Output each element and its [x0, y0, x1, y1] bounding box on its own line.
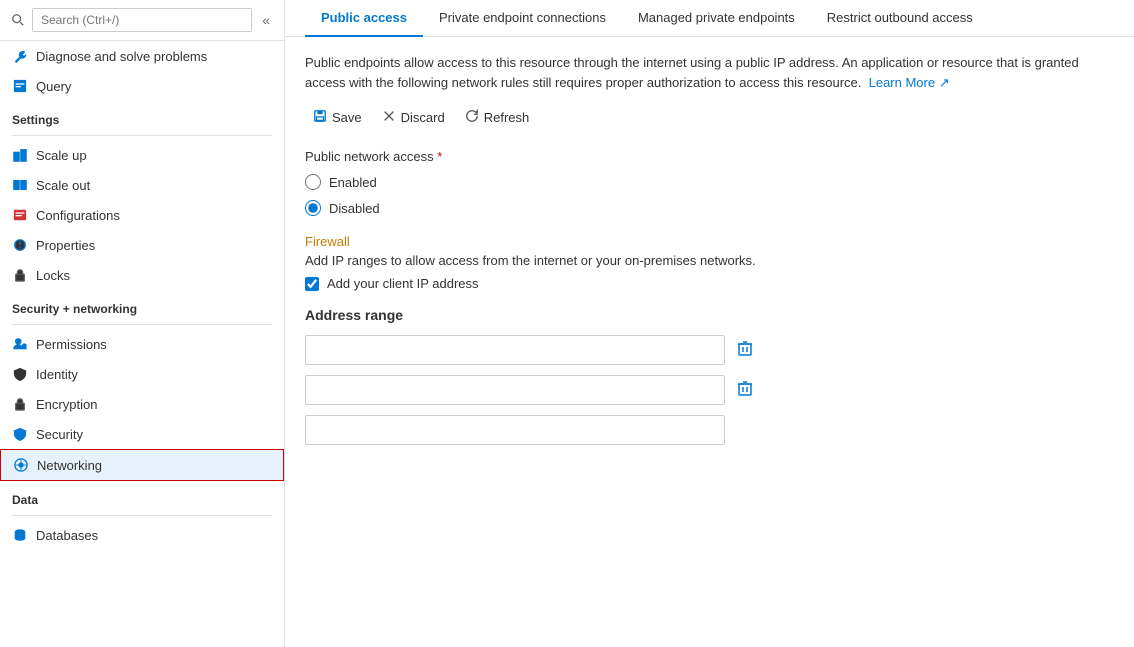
sidebar-item-security[interactable]: Security — [0, 419, 284, 449]
external-link-icon: ↗ — [939, 75, 950, 90]
sidebar-item-encryption[interactable]: Encryption — [0, 389, 284, 419]
sidebar-item-locks[interactable]: Locks — [0, 260, 284, 290]
info-text: Public endpoints allow access to this re… — [305, 53, 1085, 92]
data-section-label: Data — [0, 481, 284, 511]
permissions-icon — [12, 336, 28, 352]
address-row-3 — [305, 415, 1114, 445]
discard-label: Discard — [401, 110, 445, 125]
networking-icon — [13, 457, 29, 473]
firewall-section: Firewall Add IP ranges to allow access f… — [305, 234, 1114, 291]
sidebar: « Diagnose and solve problems Query Sett… — [0, 0, 285, 647]
query-icon — [12, 78, 28, 94]
address-range-section: Address range — [305, 307, 1114, 445]
tab-managed-private[interactable]: Managed private endpoints — [622, 0, 811, 37]
sidebar-item-scale-up[interactable]: Scale up — [0, 140, 284, 170]
disabled-radio[interactable] — [305, 200, 321, 216]
security-icon — [12, 426, 28, 442]
address-input-2[interactable] — [305, 375, 725, 405]
required-indicator: * — [437, 149, 442, 164]
sidebar-item-query-label: Query — [36, 79, 71, 94]
sidebar-item-databases-label: Databases — [36, 528, 98, 543]
client-ip-checkbox-item[interactable]: Add your client IP address — [305, 276, 1114, 291]
settings-section-label: Settings — [0, 101, 284, 131]
scale-out-icon — [12, 177, 28, 193]
network-access-radio-group: Enabled Disabled — [305, 174, 1114, 216]
tab-restrict-outbound[interactable]: Restrict outbound access — [811, 0, 989, 37]
sidebar-item-diagnose[interactable]: Diagnose and solve problems — [0, 41, 284, 71]
sidebar-item-properties[interactable]: Properties — [0, 230, 284, 260]
properties-icon — [12, 237, 28, 253]
sidebar-item-properties-label: Properties — [36, 238, 95, 253]
tab-bar: Public access Private endpoint connectio… — [285, 0, 1134, 37]
collapse-sidebar-button[interactable]: « — [258, 10, 274, 30]
sidebar-item-configurations[interactable]: Configurations — [0, 200, 284, 230]
save-icon — [313, 109, 327, 126]
address-range-title: Address range — [305, 307, 1114, 323]
lock-icon — [12, 267, 28, 283]
sidebar-item-permissions[interactable]: Permissions — [0, 329, 284, 359]
tab-public-access[interactable]: Public access — [305, 0, 423, 37]
address-input-3[interactable] — [305, 415, 725, 445]
sidebar-item-scale-out[interactable]: Scale out — [0, 170, 284, 200]
refresh-label: Refresh — [484, 110, 530, 125]
address-row-2 — [305, 375, 1114, 405]
sidebar-item-diagnose-label: Diagnose and solve problems — [36, 49, 207, 64]
sidebar-item-encryption-label: Encryption — [36, 397, 97, 412]
search-input[interactable] — [32, 8, 252, 32]
enabled-radio-item[interactable]: Enabled — [305, 174, 1114, 190]
scale-up-icon — [12, 147, 28, 163]
databases-icon — [12, 527, 28, 543]
sidebar-item-identity-label: Identity — [36, 367, 78, 382]
address-input-1[interactable] — [305, 335, 725, 365]
content-area: Public endpoints allow access to this re… — [285, 37, 1134, 647]
sidebar-item-configurations-label: Configurations — [36, 208, 120, 223]
sidebar-item-databases[interactable]: Databases — [0, 520, 284, 550]
client-ip-checkbox-label: Add your client IP address — [327, 276, 479, 291]
sidebar-item-query[interactable]: Query — [0, 71, 284, 101]
sidebar-item-networking-label: Networking — [37, 458, 102, 473]
learn-more-link[interactable]: Learn More ↗ — [869, 75, 950, 90]
sidebar-search-container: « — [0, 0, 284, 41]
address-row-1 — [305, 335, 1114, 365]
save-label: Save — [332, 110, 362, 125]
enabled-radio[interactable] — [305, 174, 321, 190]
disabled-radio-item[interactable]: Disabled — [305, 200, 1114, 216]
delete-address-2-button[interactable] — [733, 378, 757, 403]
security-networking-section-label: Security + networking — [0, 290, 284, 320]
sidebar-item-permissions-label: Permissions — [36, 337, 107, 352]
discard-button[interactable]: Discard — [374, 104, 453, 131]
toolbar: Save Discard Refresh — [305, 104, 1114, 131]
identity-icon — [12, 366, 28, 382]
encryption-icon — [12, 396, 28, 412]
disabled-radio-label: Disabled — [329, 201, 380, 216]
sidebar-item-scale-out-label: Scale out — [36, 178, 90, 193]
refresh-icon — [465, 109, 479, 126]
config-icon — [12, 207, 28, 223]
sidebar-item-locks-label: Locks — [36, 268, 70, 283]
tab-private-endpoint[interactable]: Private endpoint connections — [423, 0, 622, 37]
main-content: Public access Private endpoint connectio… — [285, 0, 1134, 647]
discard-icon — [382, 109, 396, 126]
wrench-icon — [12, 48, 28, 64]
firewall-description: Add IP ranges to allow access from the i… — [305, 253, 1114, 268]
delete-address-1-button[interactable] — [733, 338, 757, 363]
sidebar-item-networking[interactable]: Networking — [0, 449, 284, 481]
refresh-button[interactable]: Refresh — [457, 104, 538, 131]
enabled-radio-label: Enabled — [329, 175, 377, 190]
sidebar-item-identity[interactable]: Identity — [0, 359, 284, 389]
sidebar-item-security-label: Security — [36, 427, 83, 442]
firewall-title: Firewall — [305, 234, 1114, 249]
search-icon — [10, 12, 26, 28]
client-ip-checkbox[interactable] — [305, 277, 319, 291]
public-network-label: Public network access * — [305, 149, 1114, 164]
save-button[interactable]: Save — [305, 104, 370, 131]
sidebar-item-scale-up-label: Scale up — [36, 148, 87, 163]
